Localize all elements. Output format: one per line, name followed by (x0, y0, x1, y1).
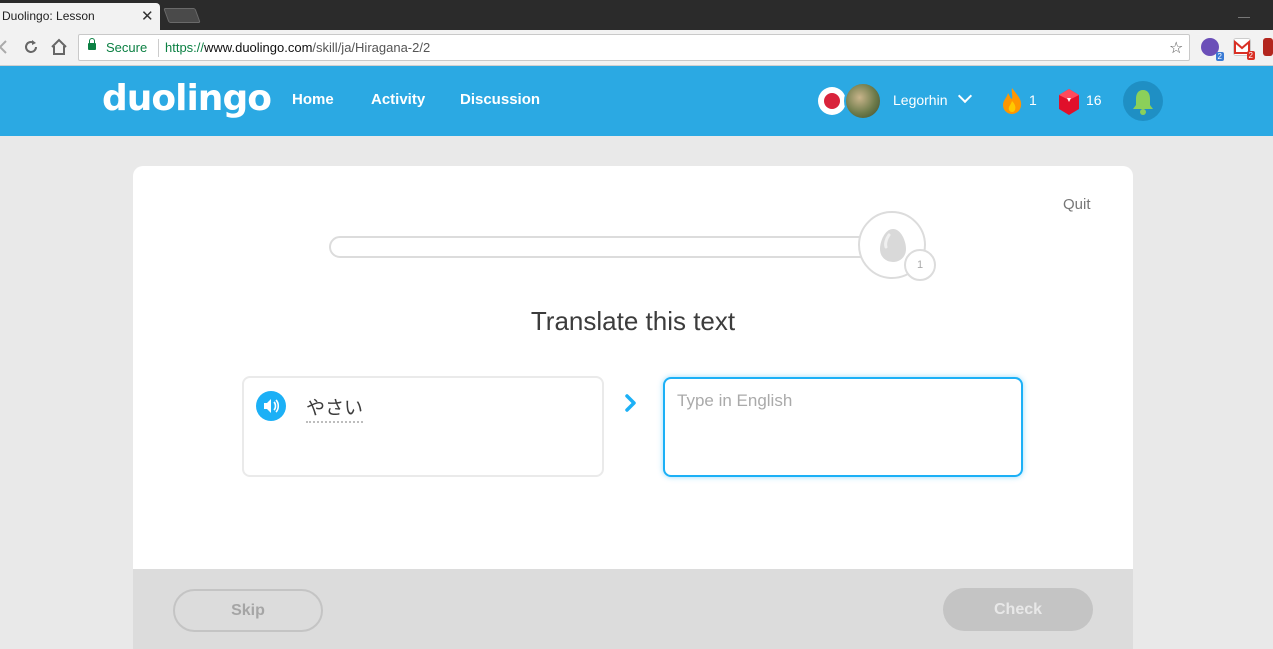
gmail-badge: 2 (1246, 51, 1255, 60)
extension-icon[interactable]: 2 (1201, 38, 1224, 61)
lock-icon (88, 38, 96, 50)
window-minimize-icon[interactable] (1238, 17, 1250, 18)
egg-count-badge: 1 (904, 249, 936, 281)
speaker-icon[interactable] (256, 391, 286, 421)
address-bar[interactable]: Secure https://www.duolingo.com/skill/ja… (78, 34, 1190, 61)
extension-icon-2[interactable] (1263, 38, 1273, 56)
nav-discussion[interactable]: Discussion (460, 91, 540, 108)
gem-icon (1058, 88, 1079, 115)
browser-toolbar: Secure https://www.duolingo.com/skill/ja… (0, 30, 1273, 66)
url-text: https://www.duolingo.com/skill/ja/Hiraga… (165, 40, 430, 55)
site-header: duolingo Home Activity Discussion Legorh… (0, 66, 1273, 136)
nav-activity[interactable]: Activity (371, 91, 425, 108)
lesson-progress-bar (329, 236, 889, 258)
back-icon[interactable] (0, 37, 14, 57)
gmail-icon[interactable]: 2 (1233, 38, 1255, 60)
streak-count: 1 (1029, 92, 1037, 108)
bookmark-star-icon[interactable]: ☆ (1169, 38, 1183, 57)
username[interactable]: Legorhin (893, 92, 948, 108)
lesson-card: Quit 1 Translate this text やさい Skip Chec… (133, 166, 1133, 649)
source-text[interactable]: やさい (306, 393, 364, 423)
home-icon[interactable] (49, 37, 69, 57)
avatar[interactable] (844, 82, 882, 120)
gem-count: 16 (1086, 92, 1102, 108)
browser-tab-bar: Duolingo: Lesson ✕ (0, 0, 1273, 30)
check-button[interactable]: Check (943, 588, 1093, 631)
secure-label: Secure (106, 40, 148, 55)
nav-home[interactable]: Home (292, 91, 334, 108)
quit-button[interactable]: Quit (1063, 196, 1091, 213)
notifications-bell-icon[interactable] (1123, 81, 1163, 121)
url-host: www.duolingo.com (204, 40, 313, 55)
url-scheme: https:// (165, 40, 205, 55)
egg-icon (878, 227, 908, 263)
new-tab-button[interactable] (163, 8, 201, 23)
browser-tab[interactable]: Duolingo: Lesson ✕ (0, 3, 160, 30)
lesson-footer: Skip Check (133, 569, 1133, 649)
duolingo-logo[interactable]: duolingo (102, 78, 272, 119)
url-path: /skill/ja/Hiragana-2/2 (312, 40, 431, 55)
exercise-prompt: Translate this text (530, 306, 736, 336)
streak-flame-icon (1001, 87, 1022, 114)
chevron-down-icon[interactable] (957, 88, 973, 104)
tab-title: Duolingo: Lesson (2, 9, 95, 23)
extension-badge: 2 (1215, 52, 1224, 61)
record-icon (818, 87, 846, 115)
source-text-box: やさい (242, 376, 604, 477)
tab-close-icon[interactable]: ✕ (141, 7, 154, 25)
skip-button[interactable]: Skip (173, 589, 323, 632)
address-divider (158, 39, 159, 57)
chevron-right-icon (623, 391, 639, 415)
reload-icon[interactable] (21, 37, 41, 57)
answer-input[interactable] (663, 377, 1023, 477)
